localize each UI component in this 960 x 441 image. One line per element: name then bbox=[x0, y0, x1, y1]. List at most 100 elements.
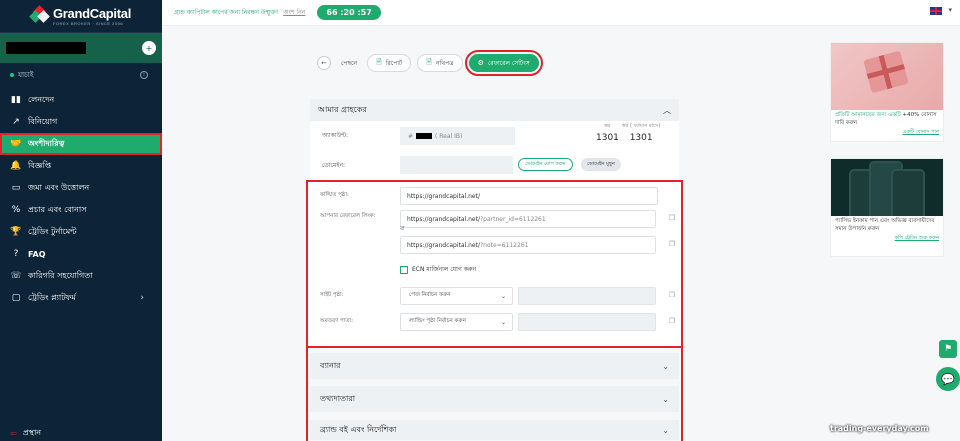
site-page-placeholder: পেজ নির্বাচন করুন bbox=[409, 292, 451, 298]
copy-icon[interactable]: ❐ bbox=[669, 291, 675, 299]
level-month-value: 1301 bbox=[629, 133, 653, 143]
chevron-down-icon[interactable]: ▾ bbox=[948, 6, 952, 14]
sidebar-item-label: লেনদেন bbox=[28, 94, 55, 104]
bonus-promo-card[interactable]: প্রতিটি আমানতের জন্য একটি +40% বোনাস দাব… bbox=[830, 42, 944, 142]
copy-icon[interactable]: ❐ bbox=[669, 240, 675, 248]
tab-label: রিপোর্ট bbox=[385, 59, 403, 67]
level-value: 1301 bbox=[596, 133, 619, 143]
sidebar-item-partnership[interactable]: 🤝 অংশীদারিত্ব bbox=[0, 133, 162, 155]
level-display: স্তর 1301 bbox=[596, 123, 619, 143]
brand-tagline: FOREX BROKER · SINCE 2006 bbox=[52, 21, 124, 26]
or-label: বা bbox=[400, 226, 405, 232]
logo[interactable]: GrandCapital FOREX BROKER · SINCE 2006 bbox=[0, 0, 162, 33]
sidebar-item-promo[interactable]: % প্রচার এবং বোনাস bbox=[0, 199, 162, 221]
accordion-banners[interactable]: ব্যানার ⌄ bbox=[310, 353, 679, 379]
flag-feedback-icon[interactable]: ⚑ bbox=[939, 340, 957, 358]
clients-panel: আমার গ্রাহকের ︿ অ্যাকাউন্ট: # ( Real IB)… bbox=[310, 99, 679, 181]
site-page-output bbox=[518, 287, 656, 305]
sidebar-item-label: বিজ্ঞপ্তি bbox=[28, 160, 52, 170]
checkbox-box[interactable] bbox=[400, 265, 408, 274]
clients-panel-header[interactable]: আমার গ্রাহকের ︿ bbox=[310, 99, 679, 121]
sidebar-item-platform[interactable]: ▢ ট্রেডিং প্ল্যাটফর্ম › bbox=[0, 287, 162, 309]
logout-label: প্রস্থান bbox=[22, 427, 42, 437]
copy-icon[interactable]: ❐ bbox=[669, 214, 675, 222]
bell-icon: 🔔 bbox=[10, 161, 22, 171]
gift-image bbox=[831, 43, 943, 110]
account-type: ( Real IB) bbox=[435, 132, 463, 140]
chat-icon[interactable]: 💬 bbox=[936, 367, 960, 391]
landing-page-input[interactable]: https://grandcapital.net/ bbox=[400, 187, 658, 205]
sidebar-item-label: অংশীদারিত্ব bbox=[28, 138, 65, 148]
document-icon: 🗎 bbox=[376, 57, 382, 66]
sidebar: GrandCapital FOREX BROKER · SINCE 2006 +… bbox=[0, 0, 162, 441]
landing-select-label: অবতরণ পাতা: bbox=[320, 318, 353, 324]
chevron-up-icon[interactable]: ︿ bbox=[663, 105, 671, 116]
get-bonus-link[interactable]: একটি বোনাস পান bbox=[831, 129, 943, 137]
ecn-label: ECN মার্জিনাল যোগ করুন bbox=[412, 266, 477, 273]
add-user-icon[interactable]: + bbox=[142, 41, 156, 55]
sidebar-item-label: জমা এবং উত্তোলন bbox=[28, 182, 90, 192]
referral-link-input[interactable]: https://grandcapital.net/ ?partner_id=61… bbox=[400, 210, 656, 228]
verify-row[interactable]: যাচাই i bbox=[0, 63, 162, 87]
back-arrow-icon[interactable]: ← bbox=[317, 56, 331, 70]
phones-image bbox=[831, 159, 943, 216]
landing-page-output bbox=[518, 313, 656, 331]
note-link-param: ?note=6112261 bbox=[480, 241, 529, 249]
trophy-icon: 🏆 bbox=[10, 227, 22, 237]
note-link-input[interactable]: https://grandcapital.net/ ?note=6112261 bbox=[400, 236, 656, 254]
logout-button[interactable]: ⇦ প্রস্থান bbox=[0, 425, 162, 441]
referral-link-param: ?partner_id=6112261 bbox=[480, 215, 546, 223]
main-content: ← পেছনে 🗎 রিপোর্ট 🗎 নথিপত্র ⚙ রেফারেল সে… bbox=[162, 26, 960, 441]
chevron-down-icon: ⌄ bbox=[662, 361, 669, 371]
question-icon: ? bbox=[13, 249, 19, 259]
top-message-link[interactable]: অংশ নিন bbox=[283, 9, 305, 16]
info-icon[interactable]: i bbox=[140, 71, 148, 79]
site-page-select[interactable]: পেজ নির্বাচন করুন ⌄ bbox=[400, 287, 513, 305]
accordion-title: ব্র্যান্ড বই এবং নির্দেশিকা bbox=[320, 424, 397, 434]
wallet-icon: ▭ bbox=[11, 183, 21, 193]
watermark: trading-everyday.com bbox=[830, 424, 929, 433]
sidebar-item-invest[interactable]: ↗ বিনিয়োগ bbox=[0, 111, 162, 133]
verify-label: যাচাই bbox=[18, 71, 34, 79]
copy-trading-link[interactable]: কপি ট্রেডিং শুরু করুন bbox=[831, 235, 943, 243]
level-month-display: স্তর ( বর্তমান মাসে) 1301 bbox=[622, 123, 660, 143]
domain-input[interactable] bbox=[400, 156, 513, 174]
headset-icon: ☏ bbox=[10, 271, 22, 281]
copy-trading-promo-card[interactable]: প্যাসিভ ইনকাম পান এবং অভিজ্ঞ ব্যবসায়ীদে… bbox=[830, 158, 944, 257]
countdown-timer: 66 :20 :57 bbox=[317, 5, 381, 20]
accordion-title: তথ্যদাতারা bbox=[320, 393, 356, 403]
logout-icon: ⇦ bbox=[10, 428, 17, 438]
accordion-informers[interactable]: তথ্যদাতারা ⌄ bbox=[310, 386, 679, 412]
panel-title: আমার গ্রাহকের bbox=[318, 104, 367, 114]
landing-page-select[interactable]: ল্যান্ডিং পৃষ্ঠা নির্বাচন করুন ⌄ bbox=[400, 313, 513, 331]
ecn-checkbox[interactable]: ECN মার্জিনাল যোগ করুন bbox=[400, 264, 476, 275]
sidebar-item-trading[interactable]: ▮▮ লেনদেন bbox=[0, 89, 162, 111]
promo-text: প্যাসিভ ইনকাম পান এবং অভিজ্ঞ ব্যবসায়ীদে… bbox=[835, 218, 935, 232]
remove-domain-button[interactable]: ডোমেইন মুছুন bbox=[581, 158, 621, 171]
sidebar-item-support[interactable]: ☏ কারিগরি সহযোগিতা bbox=[0, 265, 162, 287]
back-button[interactable]: পেছনে bbox=[337, 54, 361, 72]
sidebar-item-label: ট্রেডিং টুর্নামেন্ট bbox=[28, 226, 77, 236]
tab-label: নথিপত্র bbox=[435, 59, 454, 67]
uk-flag-icon[interactable] bbox=[930, 7, 942, 15]
monitor-icon: ▢ bbox=[11, 293, 21, 303]
copy-icon[interactable]: ❐ bbox=[669, 317, 675, 325]
level-label: স্তর bbox=[604, 123, 611, 129]
landing-select-placeholder: ল্যান্ডিং পৃষ্ঠা নির্বাচন করুন bbox=[409, 318, 466, 324]
promo-text-highlight: প্রতিটি আমানতের জন্য একটি bbox=[835, 112, 901, 118]
chevron-down-icon: ⌄ bbox=[662, 425, 669, 435]
sidebar-item-deposit[interactable]: ▭ জমা এবং উত্তোলন bbox=[0, 177, 162, 199]
tab-referral-settings[interactable]: ⚙ রেফারেল সেটিংস bbox=[464, 50, 543, 76]
logo-mark-icon bbox=[29, 5, 50, 25]
chevron-down-icon: ⌄ bbox=[500, 318, 506, 326]
sidebar-item-faq[interactable]: ? FAQ bbox=[0, 243, 162, 265]
sidebar-item-notifications[interactable]: 🔔 বিজ্ঞপ্তি bbox=[0, 155, 162, 177]
sidebar-item-tournaments[interactable]: 🏆 ট্রেডিং টুর্নামেন্ট bbox=[0, 221, 162, 243]
add-domain-button[interactable]: ডোমেইন যোগ করুন bbox=[518, 158, 573, 171]
tab-reports[interactable]: 🗎 রিপোর্ট bbox=[367, 54, 412, 72]
referral-link-base: https://grandcapital.net/ bbox=[407, 215, 480, 223]
gear-icon: ⚙ bbox=[477, 59, 484, 67]
user-box[interactable]: + bbox=[0, 33, 162, 63]
accordion-brandbook[interactable]: ব্র্যান্ড বই এবং নির্দেশিকা ⌄ bbox=[310, 420, 679, 440]
tab-documents[interactable]: 🗎 নথিপত্র bbox=[417, 54, 463, 72]
